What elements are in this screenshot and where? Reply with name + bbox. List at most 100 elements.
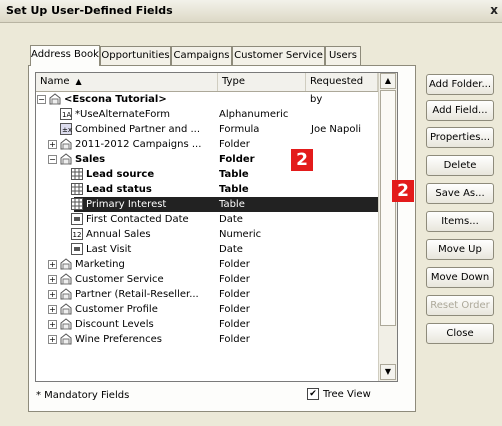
add-field-button[interactable]: Add Field... <box>426 100 494 121</box>
title-bar[interactable]: Set Up User-Defined Fields x <box>0 0 502 23</box>
field-name: Wine Preferences <box>75 334 162 345</box>
close-button[interactable]: Close <box>426 323 494 344</box>
tab-opportunities[interactable]: Opportunities <box>100 46 171 65</box>
list-item[interactable]: ±x Combined Partner and ... Formula Joe Nap… <box>36 122 378 137</box>
field-name: First Contacted Date <box>86 214 189 225</box>
list-item[interactable]: First Contacted Date Date <box>36 212 378 227</box>
field-type: Folder <box>219 154 255 165</box>
vertical-scrollbar[interactable]: ▲ ▼ <box>378 73 397 381</box>
field-name: Customer Profile <box>75 304 158 315</box>
table-field-icon <box>71 198 83 210</box>
callout-badge-list: 2 <box>291 149 313 171</box>
list-item[interactable]: 1A *UseAlternateForm Alphanumeric <box>36 107 378 122</box>
field-type: Folder <box>219 274 250 285</box>
close-window-icon[interactable]: x <box>490 3 498 17</box>
column-name-label: Name <box>40 76 70 87</box>
field-name: <Escona Tutorial> <box>64 94 167 105</box>
field-type: Folder <box>219 139 250 150</box>
field-type: Table <box>219 184 249 195</box>
table-field-icon <box>71 183 83 195</box>
list-item[interactable]: − Sales Folder <box>36 152 378 167</box>
list-item[interactable]: Lead source Table <box>36 167 378 182</box>
tab-address-book[interactable]: Address Book <box>30 45 100 66</box>
sort-ascending-icon: ▲ <box>75 77 82 86</box>
tab-customer-service[interactable]: Customer Service <box>232 46 325 65</box>
field-type: Folder <box>219 259 250 270</box>
expand-icon[interactable]: + <box>48 290 57 299</box>
delete-button[interactable]: Delete <box>426 155 494 176</box>
field-type: Numeric <box>219 229 262 240</box>
list-item[interactable]: +2011-2012 Campaigns ... Folder <box>36 137 378 152</box>
field-requested-by: Joe Napoli <box>311 124 362 135</box>
list-item[interactable]: − <Escona Tutorial> <box>36 92 378 107</box>
field-type: Table <box>219 169 249 180</box>
items-button[interactable]: Items... <box>426 211 494 232</box>
column-header-name[interactable]: Name ▲ <box>36 73 218 91</box>
list-header: Name ▲ Type Requested by <box>36 73 378 105</box>
list-item[interactable]: + Discount Levels Folder <box>36 317 378 332</box>
formula-field-icon: ±x <box>60 123 72 135</box>
expand-icon[interactable]: + <box>48 275 57 284</box>
expand-icon[interactable]: + <box>48 320 57 329</box>
expand-icon[interactable]: + <box>48 305 57 314</box>
field-name: *UseAlternateForm <box>75 109 171 120</box>
field-type: Folder <box>219 289 250 300</box>
expand-icon[interactable]: + <box>48 140 57 149</box>
list-item[interactable]: 12 Annual Sales Numeric <box>36 227 378 242</box>
collapse-icon[interactable]: − <box>48 155 57 164</box>
field-name: Lead source <box>86 169 155 180</box>
expand-icon[interactable]: + <box>48 335 57 344</box>
mandatory-fields-note: * Mandatory Fields <box>36 390 130 401</box>
tree-view-toggle[interactable]: ✔ Tree View <box>307 388 371 402</box>
tree-view-checkbox[interactable]: ✔ <box>307 388 319 400</box>
tree-view-label: Tree View <box>323 389 371 400</box>
list-item[interactable]: Primary Interest Table <box>71 197 378 212</box>
field-name: Primary Interest <box>86 199 167 210</box>
scrollbar-thumb[interactable] <box>380 90 396 326</box>
column-header-requested-by[interactable]: Requested by <box>306 73 378 105</box>
list-item[interactable]: + Customer Service Folder <box>36 272 378 287</box>
field-type: Formula <box>219 124 260 135</box>
properties-button[interactable]: Properties... <box>426 127 494 148</box>
folder-icon <box>60 318 72 330</box>
list-item[interactable]: + Wine Preferences Folder <box>36 332 378 347</box>
column-header-type[interactable]: Type <box>218 73 306 91</box>
tab-campaigns[interactable]: Campaigns <box>171 46 232 65</box>
table-field-icon <box>71 168 83 180</box>
list-item[interactable]: + Customer Profile Folder <box>36 302 378 317</box>
move-up-button[interactable]: Move Up <box>426 239 494 260</box>
field-type: Date <box>219 214 243 225</box>
tab-users[interactable]: Users <box>325 46 361 65</box>
alphanumeric-field-icon: 1A <box>60 108 72 120</box>
field-name: Last Visit <box>86 244 132 255</box>
field-name: Lead status <box>86 184 152 195</box>
list-item[interactable]: Last Visit Date <box>36 242 378 257</box>
field-name: Partner (Retail-Reseller... <box>75 289 199 300</box>
scroll-down-icon[interactable]: ▼ <box>380 364 396 380</box>
move-down-button[interactable]: Move Down <box>426 267 494 288</box>
list-item[interactable]: + Marketing Folder <box>36 257 378 272</box>
expand-icon[interactable]: + <box>48 260 57 269</box>
date-field-icon <box>71 243 83 255</box>
field-type: Folder <box>219 334 250 345</box>
date-field-icon <box>71 213 83 225</box>
field-type: Table <box>219 199 245 210</box>
field-name: Marketing <box>75 259 125 270</box>
dialog-window: Set Up User-Defined Fields x Address Boo… <box>0 0 502 426</box>
list-item[interactable]: + Partner (Retail-Reseller... Folder <box>36 287 378 302</box>
field-name: Annual Sales <box>86 229 151 240</box>
folder-icon <box>60 258 72 270</box>
field-tree-list[interactable]: Name ▲ Type Requested by − <Escona Tutoria… <box>35 72 398 382</box>
scroll-up-icon[interactable]: ▲ <box>380 73 396 89</box>
list-item[interactable]: Lead status Table <box>36 182 378 197</box>
field-name: 2011-2012 Campaigns ... <box>75 139 202 150</box>
field-type: Folder <box>219 304 250 315</box>
collapse-icon[interactable]: − <box>37 95 46 104</box>
field-name: Sales <box>75 154 106 165</box>
folder-icon <box>49 93 61 105</box>
field-name: Customer Service <box>75 274 164 285</box>
add-folder-button[interactable]: Add Folder... <box>426 74 494 95</box>
folder-icon <box>60 333 72 345</box>
save-as-button[interactable]: Save As... <box>426 183 494 204</box>
reset-order-button[interactable]: Reset Order <box>426 295 494 316</box>
